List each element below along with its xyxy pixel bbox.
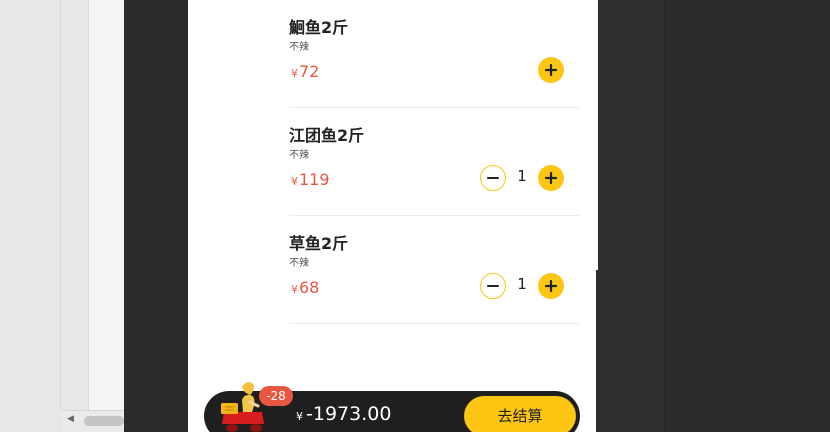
item-name: 鮰鱼2斤 [289,18,349,37]
item-spec: 不辣 [289,258,309,269]
item-price: ¥72 [291,62,319,81]
price-value: 119 [299,170,330,189]
plus-icon [545,280,557,292]
menu-item: 江团鱼2斤 不辣 ¥119 1 [289,108,580,216]
add-button[interactable] [538,273,564,299]
side-panel [664,0,830,432]
item-name: 草鱼2斤 [289,234,349,253]
cart-total: ¥ -1973.00 [296,403,391,425]
currency-symbol: ¥ [296,410,303,423]
total-amount: -1973.00 [306,403,392,425]
preview-frame-right [596,0,664,432]
menu-item: 草鱼2斤 不辣 ¥68 1 [289,216,580,324]
remove-button[interactable] [480,165,506,191]
add-button[interactable] [538,165,564,191]
horizontal-scrollbar[interactable]: ◀ [62,410,124,432]
menu-item: 鮰鱼2斤 不辣 ¥72 [289,0,580,108]
add-button[interactable] [538,57,564,83]
preview-scrollbar[interactable] [596,0,598,270]
quantity-value: 1 [517,167,527,185]
preview-frame-left [124,0,188,432]
quantity-value: 1 [517,275,527,293]
plus-icon [545,172,557,184]
currency-symbol: ¥ [291,67,298,80]
currency-symbol: ¥ [291,175,298,188]
price-value: 68 [299,278,320,297]
left-panel [0,0,124,432]
plus-icon [545,64,557,76]
phone-screen: 鮰鱼2斤 不辣 ¥72 江团鱼2斤 不辣 ¥119 1 草鱼2斤 不辣 ¥68 … [188,0,596,432]
cart-badge: -28 [259,386,293,406]
item-price: ¥119 [291,170,330,189]
panel-divider [60,0,61,410]
remove-button[interactable] [480,273,506,299]
price-value: 72 [299,62,320,81]
minus-icon [487,177,499,179]
minus-icon [487,285,499,287]
item-name: 江团鱼2斤 [289,126,365,145]
item-spec: 不辣 [289,150,309,161]
scrollbar-thumb[interactable] [84,416,124,426]
checkout-button[interactable]: 去结算 [464,396,576,432]
item-spec: 不辣 [289,42,309,53]
editor-margin [88,0,124,410]
delivery-rider-icon[interactable] [216,378,268,432]
currency-symbol: ¥ [291,283,298,296]
item-price: ¥68 [291,278,319,297]
left-arrow-icon[interactable]: ◀ [67,414,74,424]
